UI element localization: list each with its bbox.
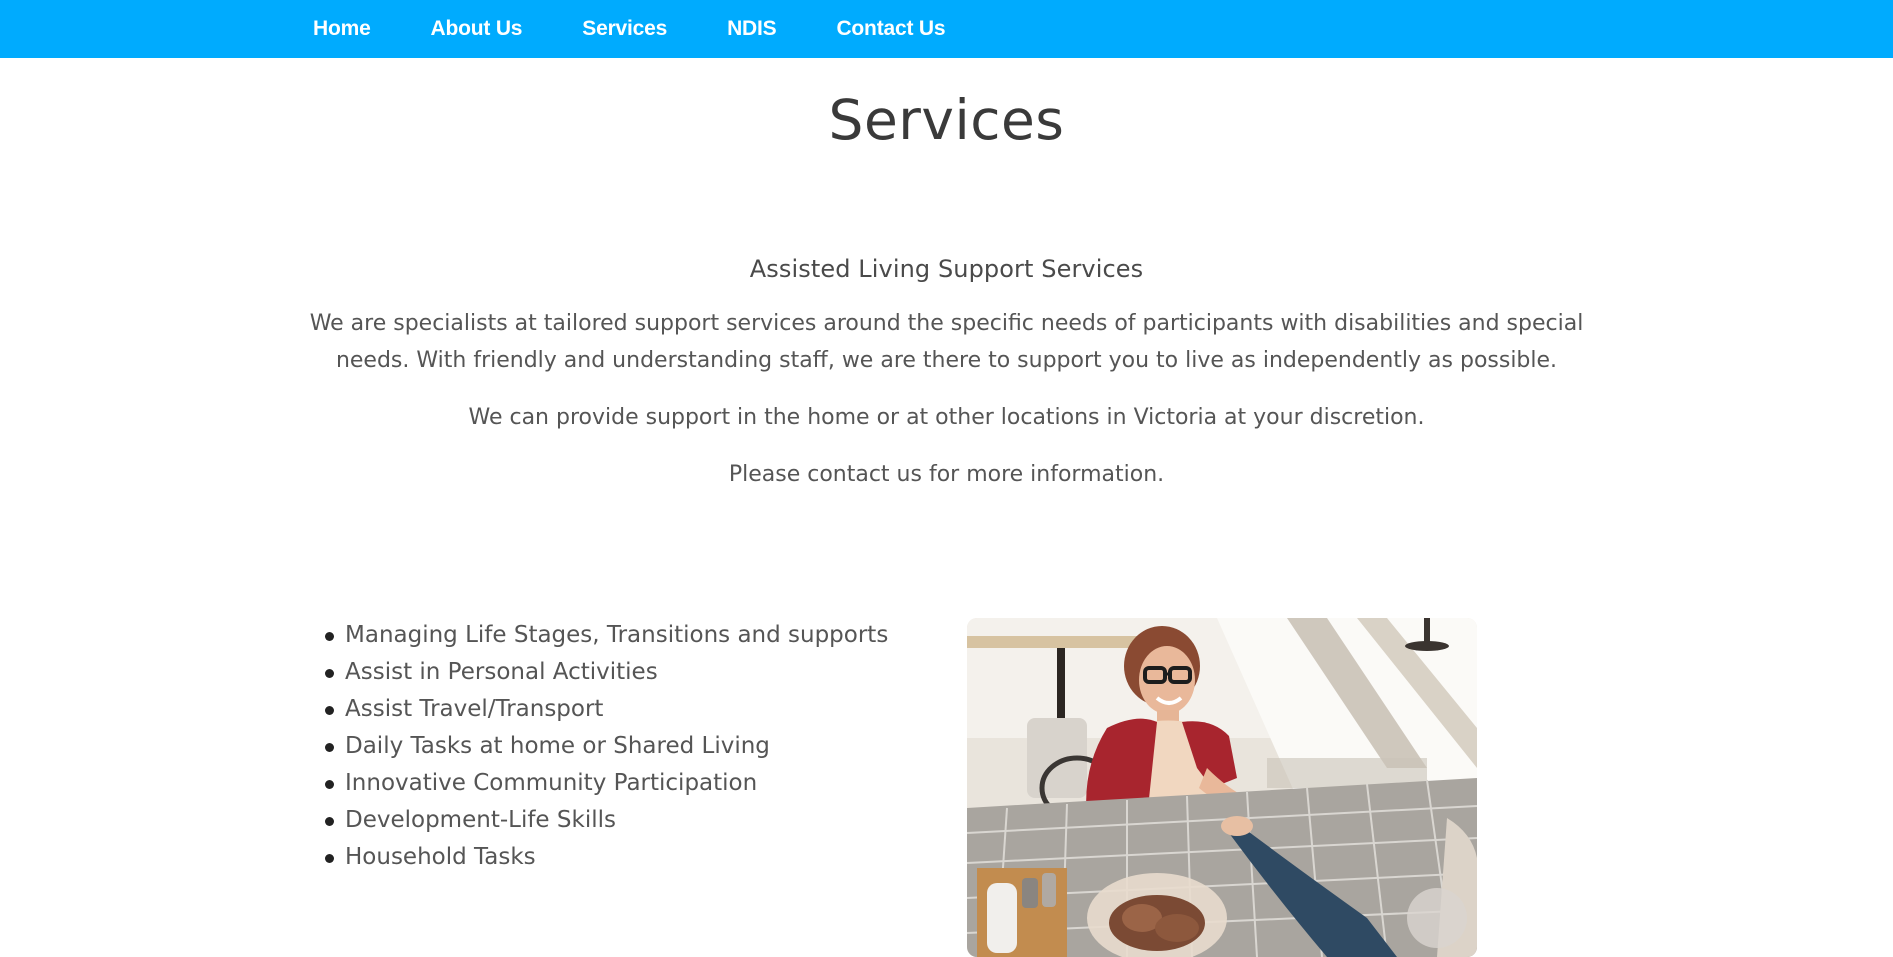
bullet-icon bbox=[325, 706, 334, 715]
list-item: Assist in Personal Activities bbox=[323, 654, 888, 691]
intro-section: Assisted Living Support Services We are … bbox=[300, 255, 1593, 513]
nav-item-ndis[interactable]: NDIS bbox=[727, 17, 777, 41]
services-photo bbox=[967, 618, 1477, 957]
nav-item-contact-us[interactable]: Contact Us bbox=[836, 17, 945, 41]
bullet-icon bbox=[325, 743, 334, 752]
list-item: Assist Travel/Transport bbox=[323, 691, 888, 728]
page-title: Services bbox=[828, 88, 1065, 152]
services-list: Managing Life Stages, Transitions and su… bbox=[323, 617, 888, 876]
bullet-icon bbox=[325, 780, 334, 789]
cafe-payment-illustration bbox=[967, 618, 1477, 957]
bullet-icon bbox=[325, 669, 334, 678]
intro-paragraph-locations: We can provide support in the home or at… bbox=[468, 405, 1425, 430]
intro-paragraph-specialists: We are specialists at tailored support s… bbox=[309, 311, 1584, 373]
list-item: Innovative Community Participation bbox=[323, 765, 888, 802]
service-label: Daily Tasks at home or Shared Living bbox=[345, 733, 770, 759]
intro-paragraph-contact: Please contact us for more information. bbox=[728, 462, 1165, 487]
intro-heading: Assisted Living Support Services bbox=[749, 255, 1144, 283]
nav-item-about-us[interactable]: About Us bbox=[431, 17, 523, 41]
service-label: Managing Life Stages, Transitions and su… bbox=[345, 622, 889, 648]
bullet-icon bbox=[325, 854, 334, 863]
bullet-icon bbox=[325, 632, 334, 641]
list-item: Development-Life Skills bbox=[323, 802, 888, 839]
service-label: Innovative Community Participation bbox=[345, 770, 758, 796]
nav-menu: Home About Us Services NDIS Contact Us bbox=[313, 0, 1005, 58]
bullet-icon bbox=[325, 817, 334, 826]
list-item: Managing Life Stages, Transitions and su… bbox=[323, 617, 888, 654]
list-item: Household Tasks bbox=[323, 839, 888, 876]
top-navigation-bar: Home About Us Services NDIS Contact Us bbox=[0, 0, 1893, 58]
nav-item-home[interactable]: Home bbox=[313, 17, 371, 41]
service-label: Household Tasks bbox=[345, 844, 536, 870]
list-item: Daily Tasks at home or Shared Living bbox=[323, 728, 888, 765]
service-label: Development-Life Skills bbox=[345, 807, 616, 833]
service-label: Assist in Personal Activities bbox=[345, 659, 658, 685]
service-label: Assist Travel/Transport bbox=[345, 696, 604, 722]
nav-item-services[interactable]: Services bbox=[582, 17, 667, 41]
